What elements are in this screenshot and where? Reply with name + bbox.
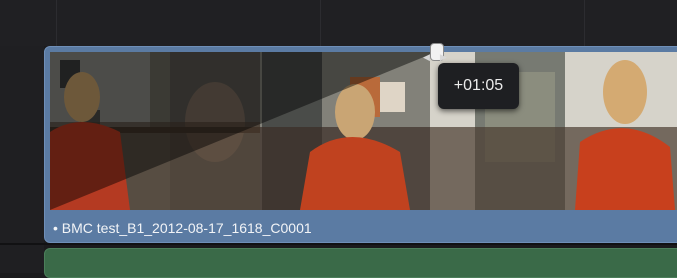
clip-thumbnails: [50, 52, 677, 210]
timeline-ruler[interactable]: [0, 0, 677, 46]
ruler-tick: [56, 0, 57, 46]
video-clip[interactable]: • BMC test_B1_2012-08-17_1618_C0001: [44, 46, 677, 243]
clip-name: • BMC test_B1_2012-08-17_1618_C0001: [53, 220, 312, 236]
track-header-gutter: [0, 46, 44, 273]
ruler-tick: [320, 0, 321, 46]
fade-duration-tooltip: +01:05: [438, 63, 519, 109]
ruler-tick: [584, 0, 585, 46]
track-divider: [0, 243, 677, 245]
fade-arrows-icon: ◀▶: [423, 52, 457, 62]
audio-clip[interactable]: [44, 248, 677, 278]
